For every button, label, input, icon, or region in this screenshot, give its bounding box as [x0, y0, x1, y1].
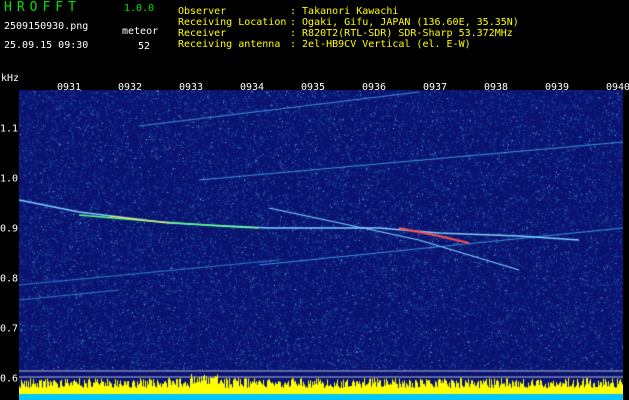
waterfall-canvas	[19, 90, 623, 400]
file-name: 2509150930.png	[4, 21, 89, 32]
freq-tick-label: 1.1	[0, 123, 19, 135]
antenna-value: : 2el-HB9CV Vertical (el. E-W)	[290, 39, 471, 50]
receiver-value: : R820T2(RTL-SDR) SDR-Sharp 53.372MHz	[290, 28, 513, 39]
observer-value: : Takanori Kawachi	[290, 6, 399, 17]
freq-tick-label: 0.6	[0, 373, 19, 385]
observer-label: Observer	[178, 6, 227, 17]
location-label: Receiving Location	[178, 17, 287, 28]
freq-tick-label: 1.0	[0, 173, 19, 185]
freq-tick-label: 0.7	[0, 323, 19, 335]
antenna-label: Receiving antenna	[178, 39, 281, 50]
date-time: 25.09.15 09:30	[4, 40, 89, 51]
khz-unit-label: kHz	[1, 73, 20, 84]
meteor-label: meteor	[122, 26, 159, 37]
header-panel: HROFFT 1.0.0 2509150930.png meteor 25.09…	[0, 0, 629, 80]
freq-tick-label: 0.9	[0, 223, 19, 235]
spectrogram-panel: kHz 0931 0932 0933 0934 0935 0936 0937 0938 0939…	[0, 73, 629, 400]
location-value: : Ogaki, Gifu, JAPAN (136.60E, 35.35N)	[290, 17, 519, 28]
app-version: 1.0.0	[124, 3, 155, 14]
freq-tick-label: 0.8	[0, 273, 19, 285]
meteor-count: 52	[138, 41, 151, 52]
receiver-label: Receiver	[178, 28, 227, 39]
app-title: HROFFT	[4, 0, 81, 15]
